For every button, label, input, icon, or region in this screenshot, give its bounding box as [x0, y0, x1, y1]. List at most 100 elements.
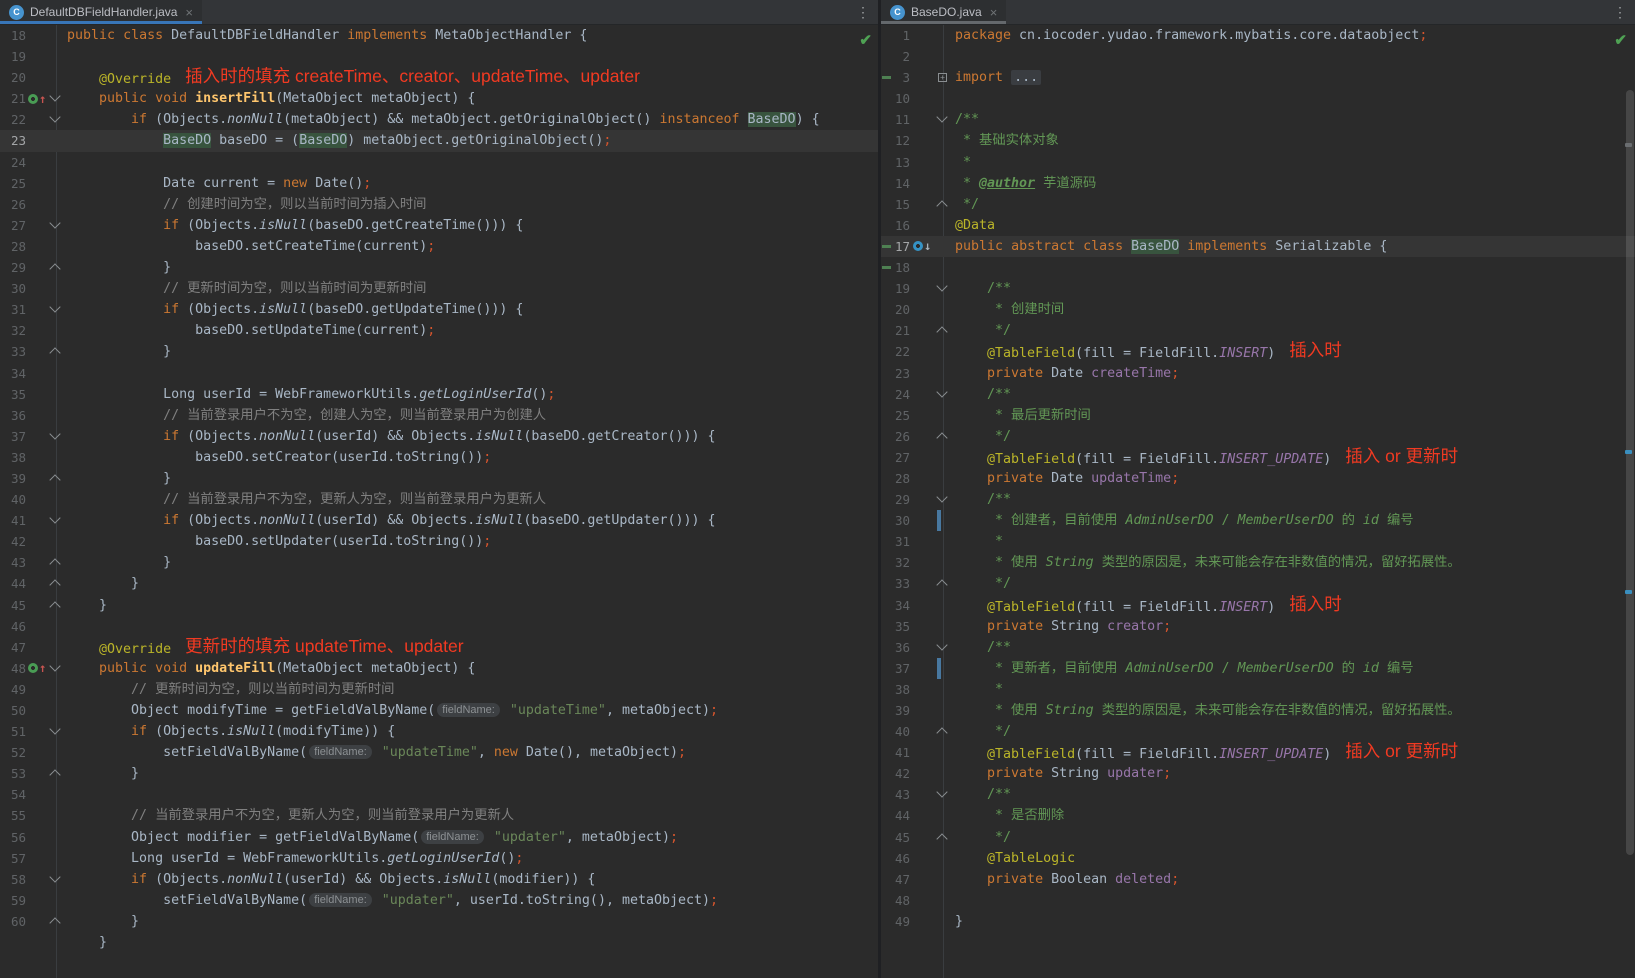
code-line[interactable]: 14 * @author 芋道源码	[881, 173, 1635, 194]
code-text[interactable]: @TableLogic	[955, 848, 1075, 869]
line-number[interactable]: 20	[881, 299, 910, 320]
code-line[interactable]: 44 }	[0, 573, 878, 594]
fold-marker-icon[interactable]	[936, 200, 947, 211]
code-text[interactable]: /**	[955, 384, 1011, 405]
code-line[interactable]: 19 /**	[881, 278, 1635, 299]
code-text[interactable]: // 当前登录用户不为空，创建人为空，则当前登录用户为创建人	[67, 405, 546, 426]
fold-marker-icon[interactable]	[936, 432, 947, 443]
fold-marker-icon[interactable]	[49, 559, 60, 570]
line-number[interactable]: 43	[881, 784, 910, 805]
fold-marker-icon[interactable]	[936, 112, 947, 123]
code-line[interactable]: 19	[0, 46, 878, 67]
code-text[interactable]: /**	[955, 489, 1011, 510]
code-text[interactable]: public class DefaultDBFieldHandler imple…	[67, 25, 587, 46]
code-line[interactable]: 2	[881, 46, 1635, 67]
code-line[interactable]: 49}	[881, 911, 1635, 932]
line-number[interactable]: 44	[0, 573, 26, 594]
line-number[interactable]: 33	[881, 573, 910, 594]
code-text[interactable]: }	[955, 911, 963, 932]
code-text[interactable]: * 使用 String 类型的原因是，未来可能会存在非数值的情况，留好拓展性。	[955, 552, 1461, 573]
code-line[interactable]: 13 *	[881, 152, 1635, 173]
code-text[interactable]: }	[67, 552, 171, 573]
code-text[interactable]: if (Objects.nonNull(userId) && Objects.i…	[67, 869, 595, 890]
code-text[interactable]: */	[955, 827, 1011, 848]
error-stripe-mark[interactable]	[1625, 450, 1632, 454]
scrollbar-thumb[interactable]	[1626, 90, 1634, 855]
code-text[interactable]: private Date createTime;	[955, 363, 1179, 384]
line-number[interactable]: 42	[0, 531, 26, 552]
line-number[interactable]: 35	[881, 616, 910, 637]
line-number[interactable]: 24	[0, 152, 26, 173]
code-text[interactable]: }	[67, 468, 171, 489]
line-number[interactable]: 18	[0, 25, 26, 46]
line-number[interactable]: 53	[0, 763, 26, 784]
line-number[interactable]: 45	[0, 595, 26, 616]
code-line[interactable]: 23 private Date createTime;	[881, 363, 1635, 384]
code-line[interactable]: 49 // 更新时间为空，则以当前时间为更新时间	[0, 679, 878, 700]
line-number[interactable]: 45	[881, 827, 910, 848]
code-line[interactable]: 29 }	[0, 257, 878, 278]
line-number[interactable]: 33	[0, 341, 26, 362]
line-number[interactable]: 38	[0, 447, 26, 468]
line-number[interactable]: 35	[0, 384, 26, 405]
code-line[interactable]: 20 @Override插入时的填充 createTime、creator、up…	[0, 67, 878, 88]
code-line[interactable]: 33 }	[0, 341, 878, 362]
code-line[interactable]: 23 BaseDO baseDO = (BaseDO) metaObject.g…	[0, 130, 878, 151]
line-number[interactable]: 32	[881, 552, 910, 573]
line-number[interactable]: 31	[0, 299, 26, 320]
line-number[interactable]: 24	[881, 384, 910, 405]
fold-marker-icon[interactable]	[49, 302, 60, 313]
fold-marker-icon[interactable]	[936, 727, 947, 738]
fold-marker-icon[interactable]	[49, 580, 60, 591]
line-number[interactable]: 39	[0, 468, 26, 489]
fold-marker-icon[interactable]	[49, 112, 60, 123]
line-number[interactable]: 28	[0, 236, 26, 257]
code-text[interactable]: private Date updateTime;	[955, 468, 1179, 489]
code-line[interactable]: 27 if (Objects.isNull(baseDO.getCreateTi…	[0, 215, 878, 236]
code-text[interactable]: }	[67, 763, 139, 784]
code-text[interactable]: @TableField(fill = FieldFill.INSERT)插入时	[955, 595, 1342, 618]
inspections-check-icon[interactable]: ✔	[859, 33, 872, 48]
line-number[interactable]: 56	[0, 827, 26, 848]
code-line[interactable]: 25 * 最后更新时间	[881, 405, 1635, 426]
line-number[interactable]: 38	[881, 679, 910, 700]
line-number[interactable]: 30	[881, 510, 910, 531]
line-number[interactable]: 50	[0, 700, 26, 721]
line-number[interactable]: 29	[881, 489, 910, 510]
code-text[interactable]: Long userId = WebFrameworkUtils.getLogin…	[67, 848, 523, 869]
fold-marker-icon[interactable]	[49, 723, 60, 734]
code-text[interactable]: }	[67, 257, 171, 278]
close-icon[interactable]: ×	[990, 6, 998, 19]
line-number[interactable]: 60	[0, 911, 26, 932]
code-text[interactable]: baseDO.setUpdater(userId.toString());	[67, 531, 491, 552]
error-stripe-mark[interactable]	[1625, 590, 1632, 594]
code-line[interactable]: 20 * 创建时间	[881, 299, 1635, 320]
code-line[interactable]: 11/**	[881, 109, 1635, 130]
code-line[interactable]: 59 setFieldValByName(fieldName: "updater…	[0, 890, 878, 911]
code-line[interactable]: 30 // 更新时间为空，则以当前时间为更新时间	[0, 278, 878, 299]
line-number[interactable]: 37	[0, 426, 26, 447]
code-line[interactable]: 1package cn.iocoder.yudao.framework.myba…	[881, 25, 1635, 46]
fold-marker-icon[interactable]	[49, 263, 60, 274]
code-line[interactable]: 31 *	[881, 531, 1635, 552]
line-number[interactable]: 49	[881, 911, 910, 932]
code-line[interactable]: 56 Object modifier = getFieldValByName(f…	[0, 827, 878, 848]
implemented-class-gutter-icon[interactable]: ↓	[913, 238, 937, 254]
code-line[interactable]: 24 /**	[881, 384, 1635, 405]
code-text[interactable]: @Data	[955, 215, 995, 236]
code-line[interactable]: 32 * 使用 String 类型的原因是，未来可能会存在非数值的情况，留好拓展…	[881, 552, 1635, 573]
code-line[interactable]: 18	[881, 257, 1635, 278]
code-line[interactable]: 46	[0, 616, 878, 637]
fold-marker-icon[interactable]: +	[938, 73, 947, 82]
code-line[interactable]: 39 * 使用 String 类型的原因是，未来可能会存在非数值的情况，留好拓展…	[881, 700, 1635, 721]
code-text[interactable]: Date current = new Date();	[67, 173, 371, 194]
code-text[interactable]: * 创建时间	[955, 299, 1064, 320]
line-number[interactable]: 40	[0, 489, 26, 510]
code-line[interactable]: 35 Long userId = WebFrameworkUtils.getLo…	[0, 384, 878, 405]
code-line[interactable]: 38 baseDO.setCreator(userId.toString());	[0, 447, 878, 468]
code-text[interactable]: public abstract class BaseDO implements …	[955, 236, 1387, 257]
code-line[interactable]: 53 }	[0, 763, 878, 784]
code-text[interactable]: BaseDO baseDO = (BaseDO) metaObject.getO…	[67, 130, 611, 151]
code-text[interactable]: * 更新者，目前使用 AdminUserDO / MemberUserDO 的 …	[955, 658, 1414, 679]
code-text[interactable]: if (Objects.isNull(modifyTime)) {	[67, 721, 395, 742]
